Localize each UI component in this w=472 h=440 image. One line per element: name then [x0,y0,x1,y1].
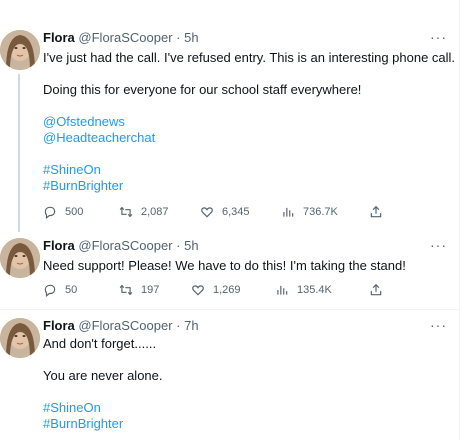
like-button[interactable]: 1,269 [191,282,241,298]
dot-separator: · [176,30,181,45]
views-icon [277,285,288,295]
reply-icon [44,206,56,219]
share-icon [370,205,382,218]
tweet-2[interactable]: Flora @FloraSCooper · 5h ··· Need suppor… [0,238,459,298]
tweet-line-gap [43,384,163,400]
retweet-icon [119,284,133,296]
tweet-text: Need support! Please! We have to do this… [43,258,406,274]
tweet-actions: 50 197 1,269 135.4K [43,282,393,298]
tweet-actions: 500 2,087 6,345 736.7K [43,204,393,220]
hashtag-link[interactable]: #BurnBrighter [43,416,163,432]
like-count: 1,269 [213,284,241,296]
views-count: 135.4K [297,284,332,296]
tweet-separator [0,309,459,310]
dot-separator: · [176,318,181,333]
like-button[interactable]: 6,345 [200,204,250,220]
share-button[interactable] [369,282,391,298]
like-icon [201,207,213,218]
reply-count: 500 [65,206,84,218]
retweet-count: 2,087 [141,206,169,218]
tweet-line: Need support! Please! We have to do this… [43,258,406,273]
avatar[interactable] [0,318,40,358]
tweet-time[interactable]: 7h [184,318,198,333]
tweet-header: Flora @FloraSCooper · 5h [43,238,199,254]
tweet-1[interactable]: Flora @FloraSCooper · 5h ··· I've just h… [0,30,459,232]
retweet-count: 197 [141,284,160,296]
reply-count: 50 [65,284,78,296]
tweet-line-gap [43,66,455,82]
timeline-border [459,0,460,440]
author-handle[interactable]: @FloraSCooper [78,30,172,45]
avatar[interactable] [0,238,40,278]
tweet-header: Flora @FloraSCooper · 7h [43,318,199,334]
retweet-icon [119,206,133,218]
more-icon[interactable]: ··· [430,318,447,332]
views-button[interactable]: 135.4K [275,282,332,298]
more-icon[interactable]: ··· [430,30,447,44]
views-button[interactable]: 736.7K [281,204,338,220]
tweet-line: I've just had the call. I've refused ent… [43,50,456,65]
share-icon [370,283,382,296]
hashtag-link[interactable]: #ShineOn [43,162,455,178]
share-button[interactable] [369,204,391,220]
reply-button[interactable]: 50 [43,282,77,298]
more-icon[interactable]: ··· [430,238,447,252]
tweet-line: You are never alone. [43,368,163,383]
author-name[interactable]: Flora [43,318,75,333]
thread-connector [18,74,20,232]
tweet-time[interactable]: 5h [184,30,198,45]
dot-separator: · [176,238,181,253]
mention-link[interactable]: @Headteacherchat [43,130,455,146]
avatar[interactable] [0,30,40,70]
reply-button[interactable]: 500 [43,204,83,220]
views-icon [283,207,294,217]
reply-icon [44,284,56,297]
author-name[interactable]: Flora [43,30,75,45]
retweet-button[interactable]: 2,087 [119,204,169,220]
tweet-time[interactable]: 5h [184,238,198,253]
like-icon [192,285,204,296]
hashtag-link[interactable]: #BurnBrighter [43,178,455,194]
views-count: 736.7K [303,206,338,218]
author-name[interactable]: Flora [43,238,75,253]
tweet-text: And don't forget...... You are never alo… [43,336,163,432]
tweet-line: Doing this for everyone for our school s… [43,82,362,97]
retweet-button[interactable]: 197 [119,282,159,298]
tweet-line-gap [43,352,163,368]
mention-link[interactable]: @Ofstednews [43,114,455,130]
tweet-line-gap [43,98,455,114]
tweet-header: Flora @FloraSCooper · 5h [43,30,199,46]
tweet-line: And don't forget...... [43,336,157,351]
like-count: 6,345 [222,206,250,218]
tweet-3[interactable]: Flora @FloraSCooper · 7h ··· And don't f… [0,318,459,438]
author-handle[interactable]: @FloraSCooper [78,318,172,333]
author-handle[interactable]: @FloraSCooper [78,238,172,253]
tweet-line-gap [43,146,455,162]
tweet-text: I've just had the call. I've refused ent… [43,50,455,194]
hashtag-link[interactable]: #ShineOn [43,400,163,416]
